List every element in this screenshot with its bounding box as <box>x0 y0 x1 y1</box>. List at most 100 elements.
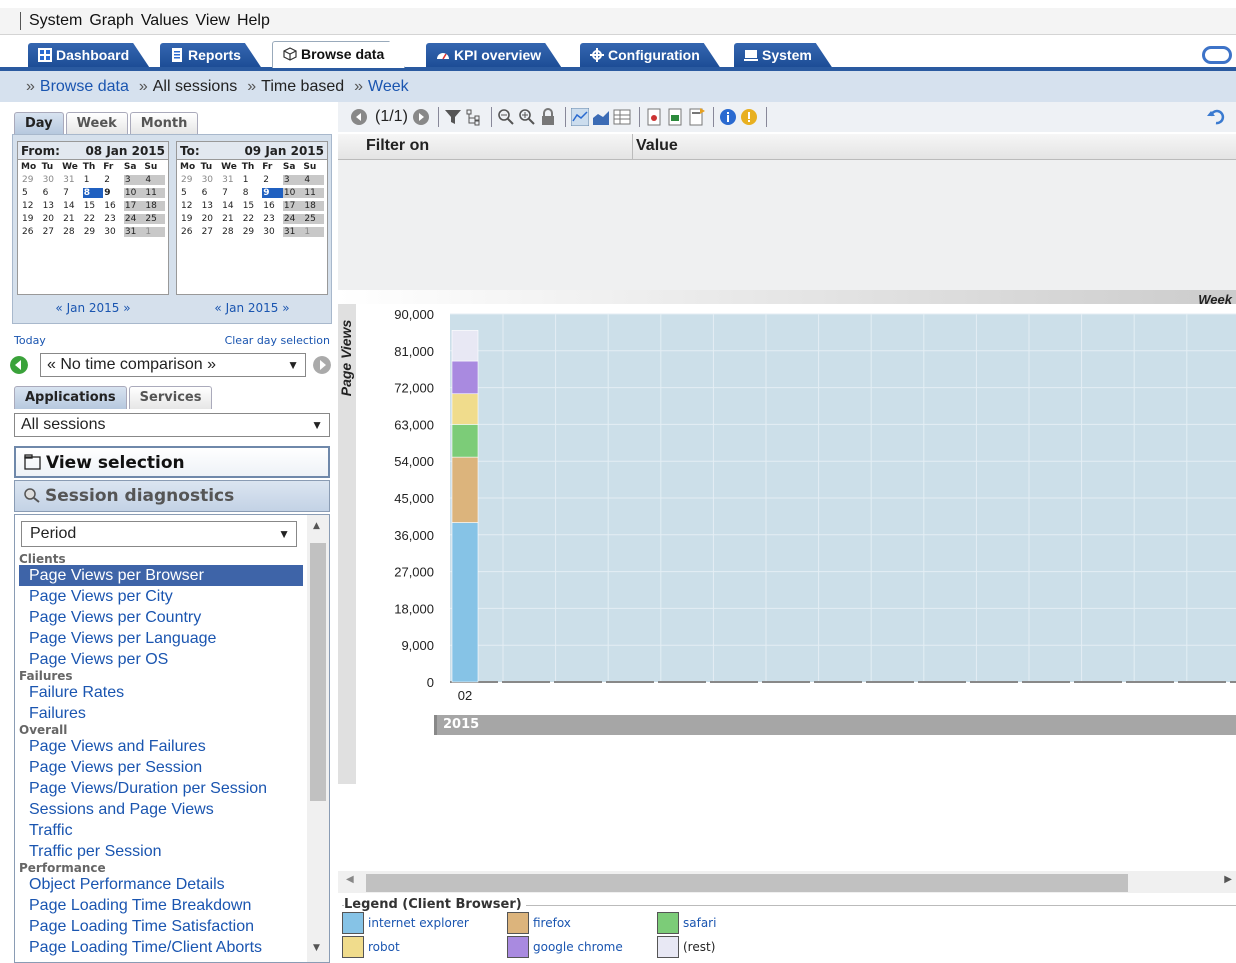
list-item[interactable]: Object Performance Details <box>19 874 303 895</box>
export-report-icon[interactable] <box>687 108 705 126</box>
calendar-day[interactable]: 17 <box>123 201 145 211</box>
breadcrumb-all-sessions[interactable]: All sessions <box>153 78 237 96</box>
tab-week[interactable]: Week <box>65 112 128 134</box>
session-diagnostics-header[interactable]: Session diagnostics <box>14 480 330 512</box>
calendar-day[interactable]: 31 <box>123 227 145 237</box>
scroll-left-icon[interactable]: ◀ <box>346 874 354 885</box>
list-item[interactable]: Page Views/Duration per Session <box>19 778 303 799</box>
list-item[interactable]: Page Views and Failures <box>19 736 303 757</box>
calendar-day[interactable]: 20 <box>42 214 63 224</box>
tree-icon[interactable] <box>465 108 483 126</box>
calendar-day[interactable]: 9 <box>103 188 124 198</box>
calendar-to-nav[interactable]: « Jan 2015 » <box>176 297 328 319</box>
calendar-day[interactable]: 28 <box>221 227 242 237</box>
calendar-day[interactable]: 24 <box>123 214 145 224</box>
menu-values[interactable]: Values <box>141 12 189 30</box>
calendar-day[interactable]: 3 <box>123 175 145 185</box>
calendar-day[interactable]: 14 <box>62 201 83 211</box>
calendar-day[interactable]: 1 <box>242 175 263 185</box>
list-item[interactable]: Failures <box>19 703 303 724</box>
menu-help[interactable]: Help <box>237 12 270 30</box>
calendar-day[interactable]: 11 <box>303 188 324 198</box>
calendar-day[interactable]: 23 <box>262 214 283 224</box>
menu-view[interactable]: View <box>196 12 230 30</box>
prev-page-icon[interactable] <box>350 108 368 126</box>
breadcrumb-browse-data[interactable]: Browse data <box>40 78 129 96</box>
calendar-day[interactable]: 21 <box>62 214 83 224</box>
calendar-day[interactable]: 30 <box>42 175 63 185</box>
calendar-day[interactable]: 20 <box>201 214 222 224</box>
calendar-day[interactable]: 26 <box>21 227 42 237</box>
bar-segment[interactable] <box>451 330 479 362</box>
calendar-day[interactable]: 5 <box>180 188 201 198</box>
calendar-day[interactable]: 29 <box>242 227 263 237</box>
calendar-day[interactable]: 25 <box>144 214 165 224</box>
legend-item[interactable]: robot <box>342 936 400 958</box>
tab-reports[interactable]: Reports <box>160 43 261 67</box>
calendar-day[interactable]: 6 <box>201 188 222 198</box>
list-item[interactable]: Sessions and Page Views <box>19 799 303 820</box>
filter-icon[interactable] <box>444 108 462 126</box>
calendar-day[interactable]: 27 <box>42 227 63 237</box>
calendar-day[interactable]: 16 <box>262 201 283 211</box>
calendar-day[interactable]: 2 <box>262 175 283 185</box>
chart-horizontal-scrollbar[interactable]: ◀ ▶ <box>338 871 1236 893</box>
tab-applications[interactable]: Applications <box>14 386 127 409</box>
calendar-day[interactable]: 13 <box>201 201 222 211</box>
calendar-day[interactable]: 29 <box>21 175 42 185</box>
bar-segment[interactable] <box>451 456 479 523</box>
calendar-day[interactable]: 7 <box>221 188 242 198</box>
calendar-day[interactable]: 30 <box>201 175 222 185</box>
scroll-thumb[interactable] <box>310 543 326 801</box>
list-item[interactable]: Page Loading Time Breakdown <box>19 895 303 916</box>
calendar-day[interactable]: 3 <box>282 175 304 185</box>
calendar-day[interactable]: 1 <box>83 175 104 185</box>
calendar-day[interactable]: 19 <box>21 214 42 224</box>
legend-item[interactable]: safari <box>657 912 716 934</box>
calendar-day[interactable]: 17 <box>282 201 304 211</box>
tab-system[interactable]: System <box>734 43 832 67</box>
calendar-day[interactable]: 2 <box>103 175 124 185</box>
list-item[interactable]: Page Views per Country <box>19 607 303 628</box>
menu-graph[interactable]: Graph <box>89 12 133 30</box>
calendar-day[interactable]: 29 <box>180 175 201 185</box>
info-icon[interactable] <box>719 108 737 126</box>
next-page-icon[interactable] <box>412 108 430 126</box>
list-item[interactable]: Page Views per City <box>19 586 303 607</box>
calendar-day[interactable]: 18 <box>144 201 165 211</box>
calendar-day[interactable]: 19 <box>180 214 201 224</box>
list-item[interactable]: Traffic <box>19 820 303 841</box>
calendar-day[interactable]: 4 <box>144 175 165 185</box>
calendar-day[interactable]: 8 <box>82 188 104 198</box>
list-item[interactable]: Page Views per Session <box>19 757 303 778</box>
calendar-day[interactable]: 31 <box>282 227 304 237</box>
calendar-day[interactable]: 24 <box>282 214 304 224</box>
calendar-day[interactable]: 16 <box>103 201 124 211</box>
calendar-day[interactable]: 1 <box>144 227 165 237</box>
calendar-day[interactable]: 26 <box>180 227 201 237</box>
calendar-day[interactable]: 8 <box>242 188 263 198</box>
calendar-day[interactable]: 22 <box>242 214 263 224</box>
table-icon[interactable] <box>613 108 631 126</box>
calendar-day[interactable]: 31 <box>221 175 242 185</box>
calendar-day[interactable]: 12 <box>21 201 42 211</box>
tab-browse-data[interactable]: Browse data <box>272 41 405 68</box>
line-chart-icon[interactable] <box>570 108 589 126</box>
menu-system[interactable]: System <box>29 12 82 30</box>
breadcrumb-week[interactable]: Week <box>368 78 409 96</box>
previous-period-icon[interactable] <box>10 356 28 374</box>
today-link[interactable]: Today <box>14 334 46 347</box>
calendar-from-nav[interactable]: « Jan 2015 » <box>17 297 169 319</box>
warning-icon[interactable] <box>740 108 758 126</box>
legend-item[interactable]: (rest) <box>657 936 715 958</box>
calendar-day[interactable]: 7 <box>62 188 83 198</box>
lock-icon[interactable] <box>539 108 557 126</box>
legend-item[interactable]: internet explorer <box>342 912 469 934</box>
calendar-day[interactable]: 23 <box>103 214 124 224</box>
view-selection-header[interactable]: View selection <box>14 446 330 478</box>
calendar-day[interactable]: 30 <box>103 227 124 237</box>
scroll-up-icon[interactable]: ▲ <box>313 521 320 531</box>
calendar-day[interactable]: 30 <box>262 227 283 237</box>
zoom-in-icon[interactable] <box>518 108 536 126</box>
export-pdf-icon[interactable] <box>645 108 663 126</box>
